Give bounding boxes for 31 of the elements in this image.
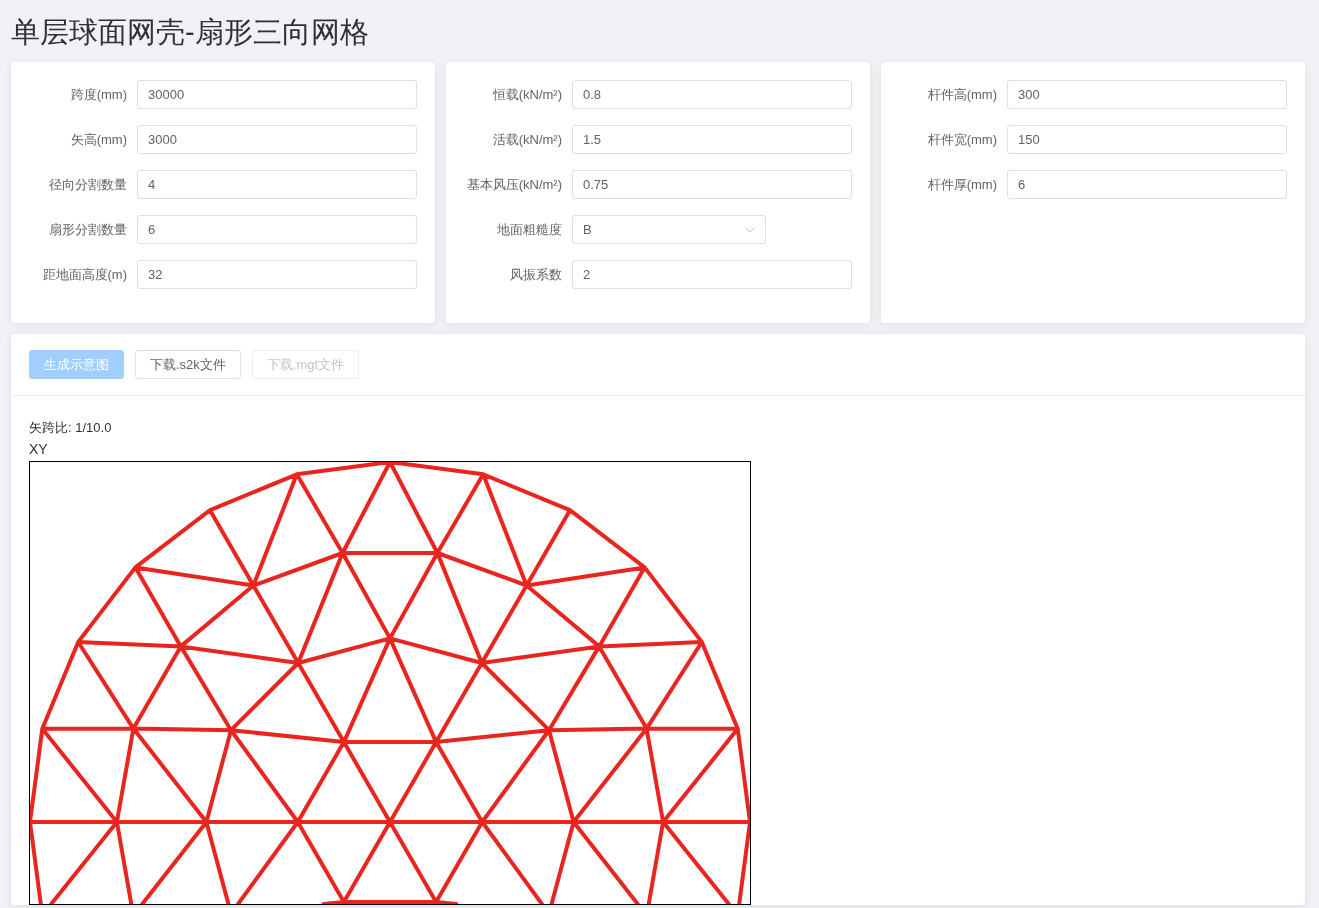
input-field[interactable]: 30000 (137, 80, 417, 109)
field-label: 距地面高度(m) (41, 265, 128, 284)
view-label: XY (29, 440, 49, 459)
input-field[interactable]: 3000 (137, 125, 417, 154)
input-field[interactable]: 0.75 (572, 170, 852, 199)
input-field[interactable]: 1.5 (572, 125, 852, 154)
field-label: 杆件高(mm) (926, 85, 998, 104)
chevron-down-icon (745, 226, 755, 233)
field-label: 基本风压(kN/m²) (465, 175, 563, 194)
input-field[interactable]: 300 (1007, 80, 1287, 109)
field-label: 杆件宽(mm) (926, 130, 998, 149)
input-field[interactable]: 4 (137, 170, 417, 199)
input-field[interactable]: 32 (137, 260, 417, 289)
field-label: 径向分割数量 (48, 175, 128, 194)
field-label: 矢高(mm) (69, 130, 128, 149)
field-label: 跨度(mm) (69, 85, 128, 104)
input-field[interactable]: 0.8 (572, 80, 852, 109)
input-field[interactable]: 6 (137, 215, 417, 244)
field-label: 活载(kN/m²) (491, 130, 563, 149)
input-field[interactable]: 2 (572, 260, 852, 289)
rise-span-ratio-text: 矢跨比: 1/10.0 (29, 419, 113, 437)
field-label: 地面粗糙度 (496, 220, 563, 239)
field-label: 恒载(kN/m²) (491, 85, 563, 104)
field-label: 杆件厚(mm) (926, 175, 998, 194)
field-label: 风振系数 (509, 265, 563, 284)
select-field[interactable]: B (572, 215, 766, 244)
input-field[interactable]: 150 (1007, 125, 1287, 154)
page-title: 单层球面网壳-扇形三向网格 (11, 15, 370, 50)
input-field[interactable]: 6 (1007, 170, 1287, 199)
field-label: 扇形分割数量 (48, 220, 128, 239)
download-button[interactable]: 下载.s2k文件 (135, 350, 241, 379)
